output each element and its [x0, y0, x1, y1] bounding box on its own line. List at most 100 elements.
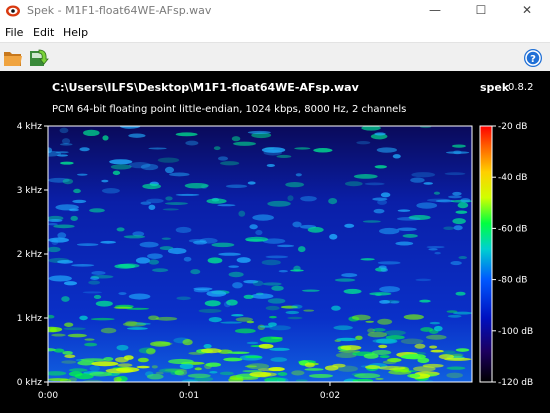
- y-tick-label: 0 kHz: [17, 378, 43, 388]
- energy-band: [452, 191, 462, 196]
- energy-band: [414, 343, 426, 349]
- menu-edit[interactable]: Edit: [33, 26, 54, 39]
- energy-band: [190, 269, 201, 275]
- energy-band: [379, 227, 400, 235]
- energy-band: [113, 376, 122, 382]
- energy-band: [425, 334, 447, 340]
- energy-band: [53, 348, 65, 353]
- energy-band: [246, 320, 255, 324]
- energy-band: [185, 140, 199, 146]
- energy-band: [206, 198, 227, 204]
- energy-band: [112, 170, 121, 176]
- energy-band: [245, 236, 269, 242]
- energy-band: [179, 363, 194, 370]
- energy-band: [379, 300, 391, 304]
- energy-band: [73, 188, 81, 194]
- energy-band: [64, 354, 76, 359]
- energy-band: [380, 192, 391, 198]
- energy-band: [276, 154, 292, 158]
- energy-band: [364, 365, 381, 370]
- energy-band: [374, 165, 387, 169]
- energy-band: [259, 325, 273, 328]
- energy-band: [135, 257, 150, 264]
- energy-band: [353, 174, 378, 179]
- energy-band: [57, 260, 74, 264]
- energy-band: [416, 202, 438, 209]
- energy-band: [455, 348, 470, 352]
- energy-band: [231, 136, 241, 142]
- energy-band: [70, 215, 78, 221]
- x-tick-label: 0:02: [320, 391, 340, 401]
- energy-band: [80, 358, 107, 362]
- title-bar: Spek - M1F1-float64WE-AFsp.wav — ☐ ✕: [0, 0, 550, 22]
- energy-band: [375, 293, 382, 297]
- energy-band: [62, 350, 73, 355]
- energy-band: [175, 193, 200, 196]
- energy-band: [415, 278, 432, 282]
- menu-help[interactable]: Help: [63, 26, 88, 39]
- colorbar-tick-label: -120 dB: [498, 378, 533, 388]
- energy-band: [242, 369, 262, 373]
- energy-band: [397, 227, 417, 231]
- spectrogram-panel: C:\Users\ILFS\Desktop\M1F1-float64WE-AFs…: [0, 71, 550, 413]
- energy-band: [198, 308, 222, 313]
- energy-band: [219, 371, 234, 376]
- energy-band: [336, 337, 358, 342]
- energy-band: [89, 208, 105, 213]
- energy-band: [48, 223, 58, 226]
- energy-band: [123, 355, 134, 360]
- energy-band: [123, 235, 146, 239]
- energy-band: [308, 373, 334, 378]
- save-arrow-icon[interactable]: [27, 47, 49, 69]
- energy-band: [452, 144, 466, 148]
- energy-band: [76, 173, 88, 176]
- window-title: Spek - M1F1-float64WE-AFsp.wav: [27, 4, 212, 17]
- energy-band: [64, 322, 74, 327]
- energy-band: [455, 291, 466, 296]
- menu-file[interactable]: File: [5, 26, 23, 39]
- energy-band: [213, 146, 221, 151]
- energy-band: [61, 296, 70, 302]
- energy-band: [71, 263, 95, 267]
- energy-band: [297, 246, 306, 253]
- energy-band: [340, 345, 362, 351]
- energy-band: [287, 195, 294, 201]
- energy-band: [90, 317, 115, 321]
- energy-band: [228, 265, 239, 268]
- energy-band: [328, 197, 338, 205]
- energy-band: [433, 325, 443, 332]
- energy-band: [187, 373, 211, 378]
- energy-band: [165, 196, 173, 201]
- energy-band: [458, 256, 468, 260]
- energy-band: [259, 336, 283, 343]
- energy-band: [244, 355, 263, 359]
- minimize-button[interactable]: —: [412, 0, 458, 22]
- energy-band: [354, 373, 381, 379]
- energy-band: [48, 219, 63, 223]
- energy-band: [60, 161, 74, 165]
- energy-band: [259, 372, 277, 377]
- energy-band: [411, 172, 436, 178]
- energy-band: [110, 164, 132, 170]
- energy-band: [135, 322, 151, 325]
- energy-band: [447, 314, 462, 318]
- energy-band: [252, 280, 264, 287]
- energy-band: [128, 133, 146, 138]
- energy-band: [89, 365, 101, 372]
- energy-band: [194, 367, 202, 371]
- energy-band: [269, 347, 290, 351]
- close-button[interactable]: ✕: [504, 0, 550, 22]
- energy-band: [57, 232, 67, 239]
- energy-band: [291, 370, 305, 376]
- energy-band: [168, 358, 194, 365]
- energy-band: [208, 316, 222, 323]
- energy-band: [90, 274, 114, 279]
- energy-band: [277, 244, 295, 248]
- maximize-button[interactable]: ☐: [458, 0, 504, 22]
- energy-band: [137, 357, 149, 363]
- info-icon[interactable]: ?: [522, 47, 544, 69]
- energy-band: [175, 226, 192, 234]
- energy-band: [375, 377, 384, 380]
- energy-band: [422, 363, 444, 368]
- folder-icon[interactable]: [2, 47, 24, 69]
